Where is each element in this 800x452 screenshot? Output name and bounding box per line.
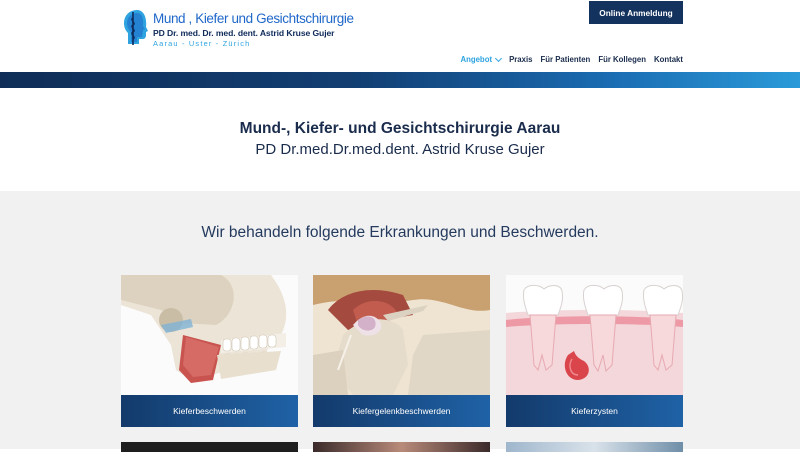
service-card-partial[interactable] [313, 442, 490, 452]
nav-item-kontakt[interactable]: Kontakt [654, 55, 683, 64]
nav-item-praxis[interactable]: Praxis [509, 55, 532, 64]
logo-subtitle: PD Dr. med. Dr. med. dent. Astrid Kruse … [153, 28, 335, 38]
service-card-label: Kieferbeschwerden [121, 395, 298, 427]
main-nav: Angebot Praxis Für Patienten Für Kollege… [460, 54, 683, 64]
nav-item-label: Für Patienten [540, 55, 591, 64]
services-section: Wir behandeln folgende Erkrankungen und … [0, 191, 800, 452]
logo-locations: Aarau - Uster - Zürich [153, 39, 251, 48]
nav-item-label: Praxis [509, 55, 533, 64]
services-heading: Wir behandeln folgende Erkrankungen und … [201, 224, 599, 241]
head-profile-staff-icon [124, 10, 148, 45]
service-card-kiefergelenkbeschwerden[interactable]: Kiefergelenkbeschwerden [313, 275, 490, 427]
nav-item-label: Kontakt [653, 55, 683, 64]
nav-item-angebot[interactable]: Angebot [460, 54, 503, 64]
service-card-kieferbeschwerden[interactable]: Kieferbeschwerden [121, 275, 298, 427]
chevron-down-icon [495, 54, 503, 62]
nav-item-fuer-kollegen[interactable]: Für Kollegen [598, 55, 646, 64]
service-card-kieferzysten[interactable]: Kieferzysten [506, 275, 683, 427]
nav-item-label: Für Kollegen [598, 55, 646, 64]
site-header: Mund , Kiefer und Gesichtschirurgie PD D… [0, 0, 800, 72]
hero-title: Mund-, Kiefer- und Gesichtschirurgie Aar… [239, 120, 561, 137]
hero-section: Mund-, Kiefer- und Gesichtschirurgie Aar… [0, 88, 800, 191]
header-gradient-band [0, 72, 800, 88]
service-card-partial[interactable] [121, 442, 298, 452]
service-card-label: Kieferzysten [506, 395, 683, 427]
online-login-button[interactable]: Online Anmeldung [589, 1, 683, 24]
logo-title: Mund , Kiefer und Gesichtschirurgie [153, 11, 354, 26]
skull-jaw-illustration [121, 275, 298, 395]
service-card-partial[interactable] [506, 442, 683, 452]
teeth-cyst-illustration [506, 275, 683, 395]
hero-subtitle: PD Dr.med.Dr.med.dent. Astrid Kruse Guje… [255, 141, 545, 158]
jaw-joint-illustration [313, 275, 490, 395]
nav-item-label: Angebot [460, 55, 493, 64]
nav-item-fuer-patienten[interactable]: Für Patienten [540, 55, 590, 64]
service-card-label: Kiefergelenkbeschwerden [313, 395, 490, 427]
site-logo[interactable]: Mund , Kiefer und Gesichtschirurgie PD D… [121, 8, 354, 48]
